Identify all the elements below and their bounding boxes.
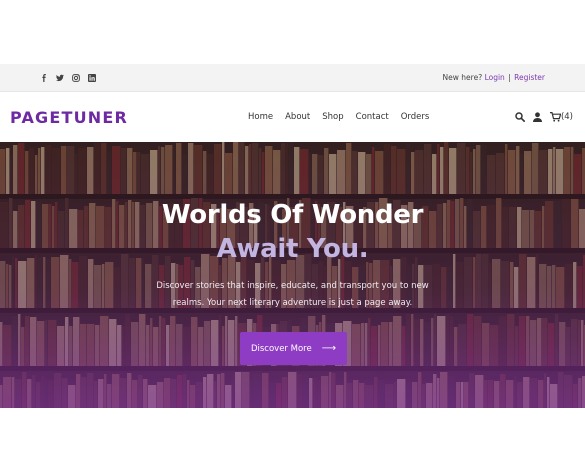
linkedin-icon[interactable] <box>88 73 96 82</box>
nav-orders[interactable]: Orders <box>401 112 430 122</box>
site-header: PAGETUNER Home About Shop Contact Orders… <box>0 92 585 142</box>
site-logo[interactable]: PAGETUNER <box>10 108 240 127</box>
discover-more-button[interactable]: Discover More ⟶ <box>240 332 347 365</box>
instagram-icon[interactable] <box>72 73 80 82</box>
hero-description: Discover stories that inspire, educate, … <box>156 281 429 308</box>
new-here-text: New here? <box>442 73 483 82</box>
arrow-right-icon: ⟶ <box>321 343 337 354</box>
nav-home[interactable]: Home <box>248 112 273 122</box>
facebook-icon[interactable] <box>40 73 48 82</box>
top-bar: New here? Login | Register <box>0 64 585 92</box>
hero-content: Worlds Of Wonder Await You. Discover sto… <box>0 142 585 408</box>
hero-title-line2: Await You. <box>216 234 369 264</box>
main-nav: Home About Shop Contact Orders <box>248 112 429 122</box>
user-icon[interactable] <box>532 112 542 122</box>
search-icon[interactable] <box>515 112 525 122</box>
cart-icon <box>549 112 561 122</box>
account-separator: | <box>508 73 511 82</box>
twitter-icon[interactable] <box>56 74 64 82</box>
header-tools: (4) <box>515 112 575 122</box>
login-link[interactable]: Login <box>485 73 505 82</box>
nav-contact[interactable]: Contact <box>356 112 389 122</box>
discover-more-label: Discover More <box>250 343 312 354</box>
cart-button[interactable]: (4) <box>549 112 573 122</box>
hero-title-line1: Worlds Of Wonder <box>161 200 424 230</box>
account-links: New here? Login | Register <box>443 73 545 82</box>
hero-banner: Worlds Of Wonder Await You. Discover sto… <box>0 142 585 408</box>
nav-shop[interactable]: Shop <box>322 112 343 122</box>
cart-count: (4) <box>560 112 573 122</box>
register-link[interactable]: Register <box>514 73 545 82</box>
social-links <box>40 73 96 82</box>
nav-about[interactable]: About <box>285 112 310 122</box>
